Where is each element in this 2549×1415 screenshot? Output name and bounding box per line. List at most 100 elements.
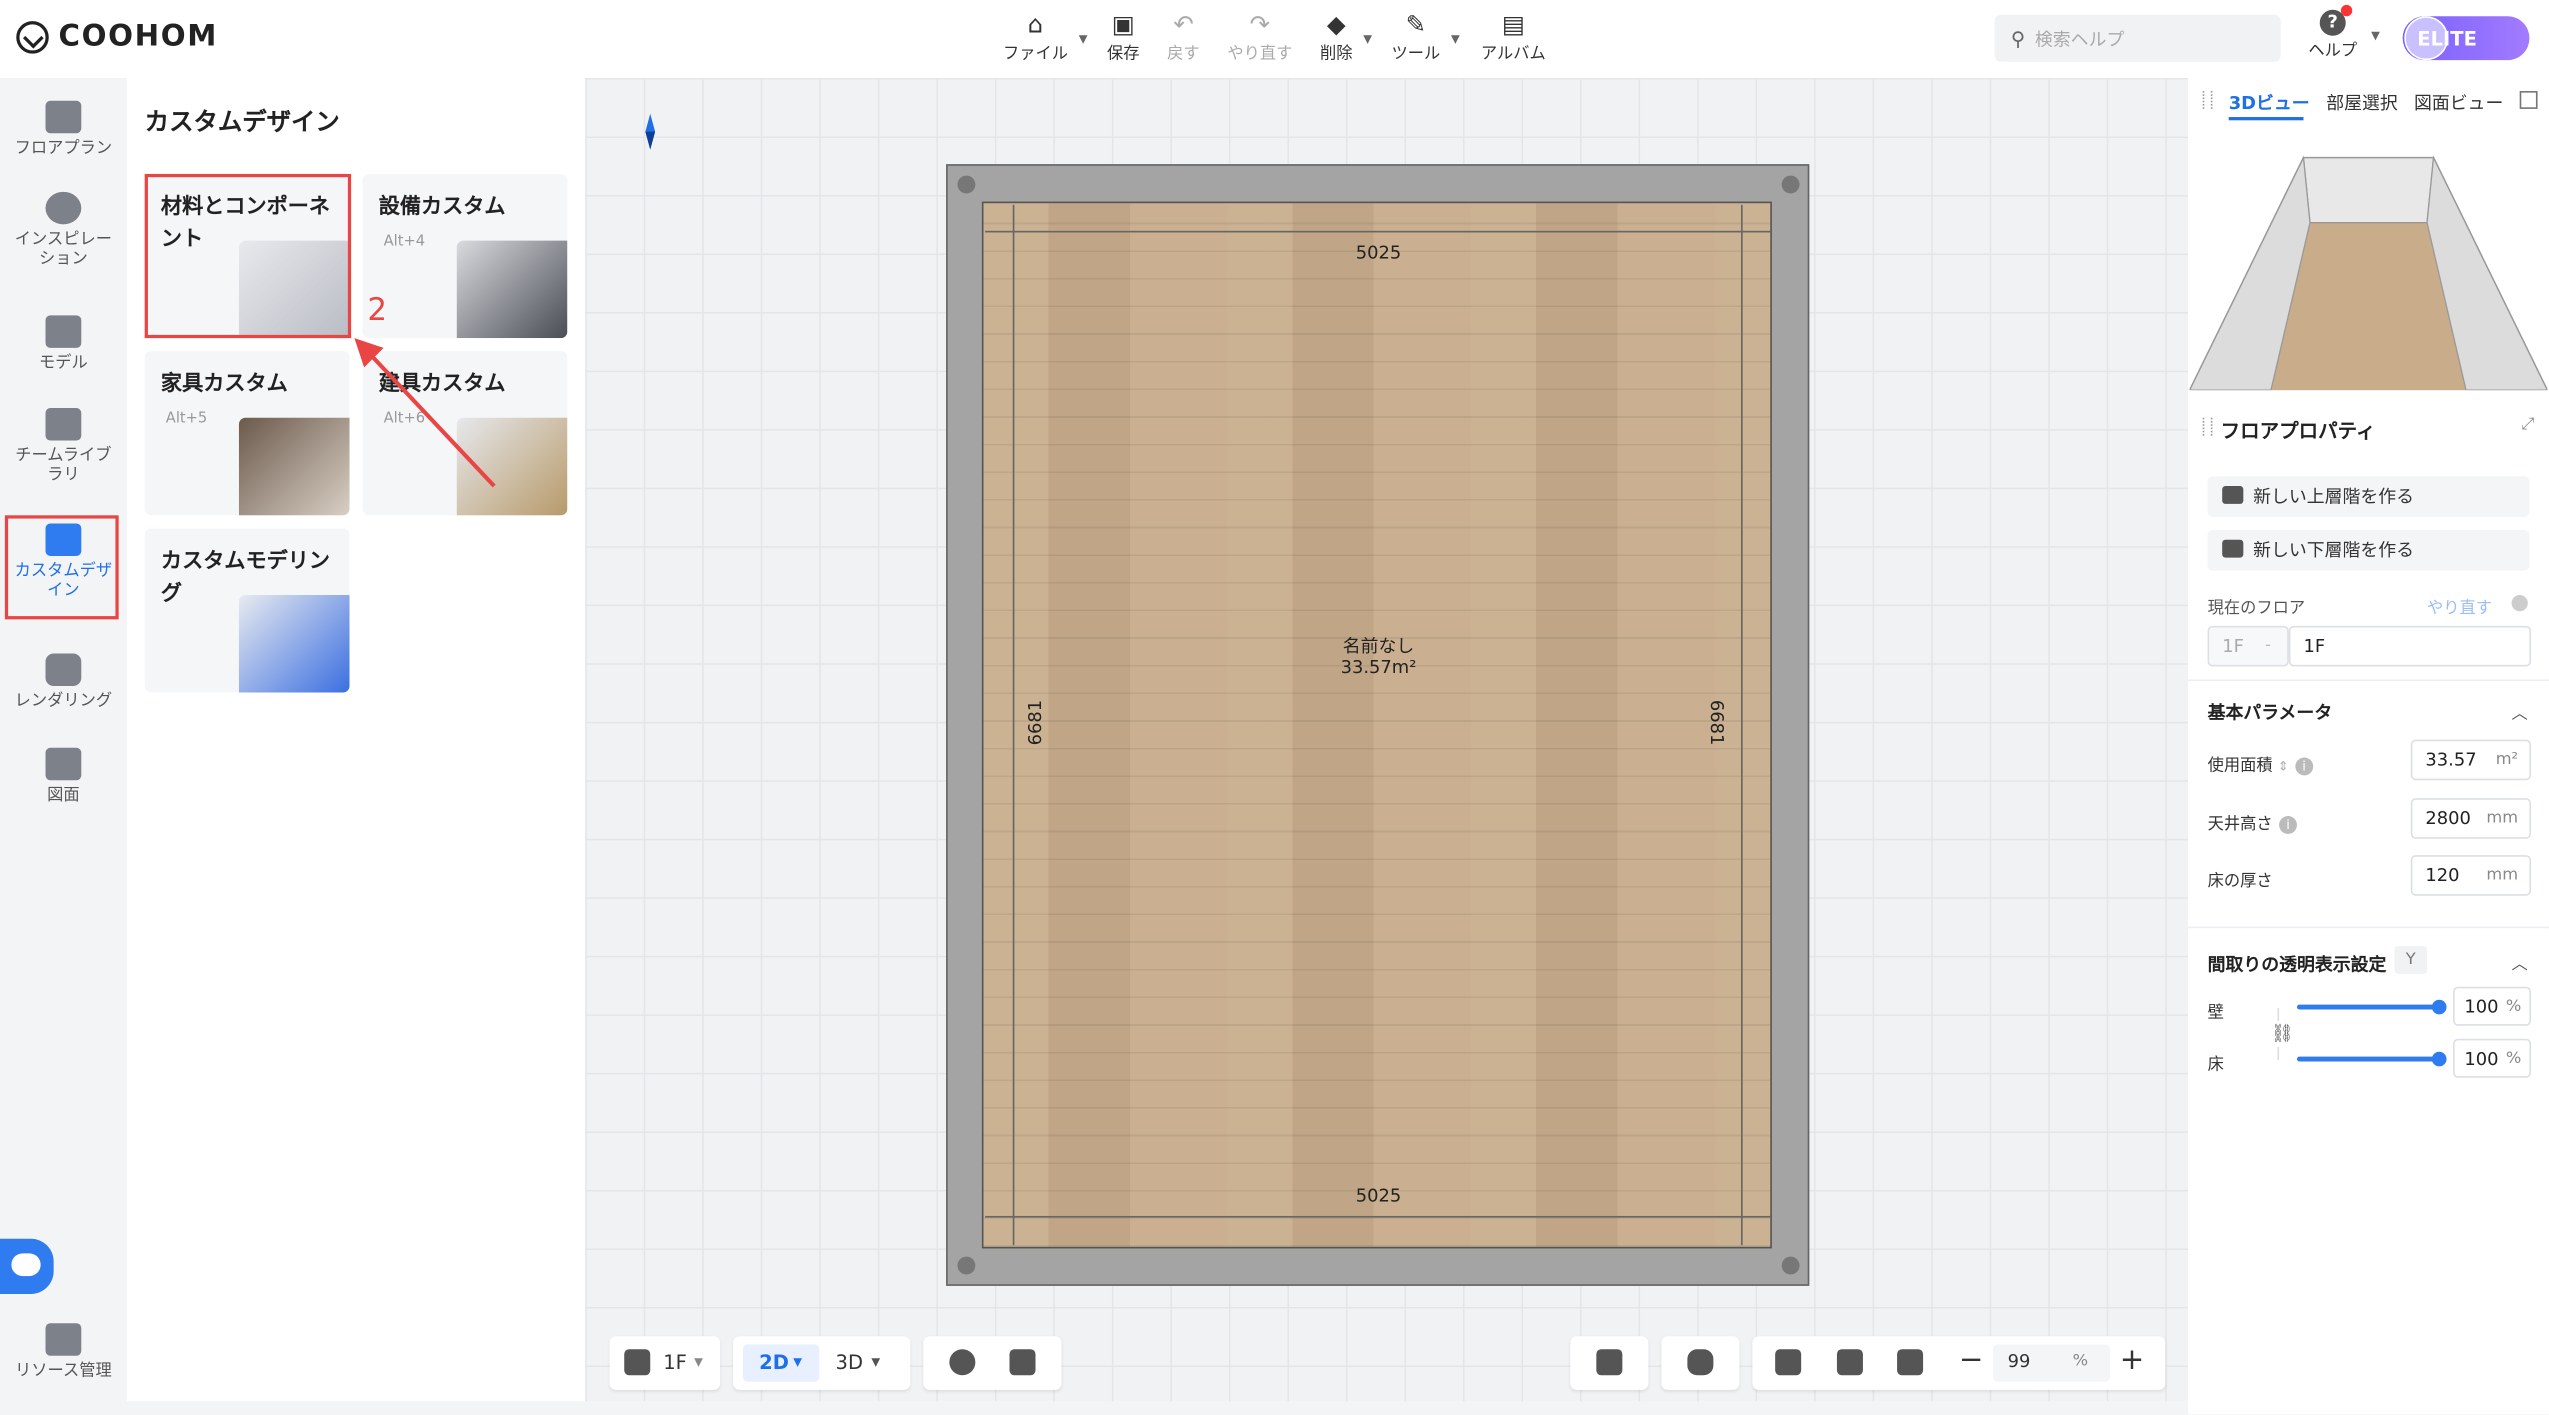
cube-icon[interactable] <box>1009 1349 1036 1376</box>
card-title: 家具カスタム <box>160 372 288 397</box>
drag-handle-icon[interactable] <box>2202 417 2213 436</box>
sidebar-label: チームライブラリ <box>15 447 112 485</box>
floor-separator: - <box>2265 637 2271 656</box>
card-modeling[interactable]: カスタムモデリング <box>144 528 350 693</box>
properties-title: フロアプロパティ <box>2220 419 2376 443</box>
wall-opacity-slider[interactable] <box>2296 999 2446 1015</box>
sidebar-item-floorplan[interactable]: フロアプラン <box>0 100 127 160</box>
wall-opacity-input[interactable]: 100 % <box>2453 986 2532 1026</box>
chevron-up-icon[interactable]: ︿ <box>2512 699 2528 724</box>
left-dimension: 6681 <box>1024 699 1047 746</box>
help-button[interactable]: ? ヘルプ ▼ <box>2308 4 2380 60</box>
display-toggles <box>923 1336 1062 1390</box>
zoom-in-button[interactable]: + <box>2120 1343 2145 1377</box>
file-menu-button[interactable]: ⌂ ファイル ▼ <box>1003 10 1088 64</box>
corner-point[interactable] <box>1781 175 1800 194</box>
sort-icon[interactable]: ⇕ <box>2278 759 2289 774</box>
tab-3d-view[interactable]: 3Dビュー <box>2229 89 2310 115</box>
corner-point[interactable] <box>957 175 976 194</box>
wall-opacity-value: 100 <box>2464 996 2499 1018</box>
slider-knob[interactable] <box>2431 999 2446 1015</box>
save-label: 保存 <box>1107 45 1140 64</box>
sidebar-item-rendering[interactable]: レンダリング <box>0 653 127 712</box>
drawing-icon <box>45 747 82 781</box>
ceiling-text: 天井高さ <box>2207 816 2273 834</box>
focus-icon[interactable] <box>1836 1349 1863 1376</box>
sidebar-item-team-library[interactable]: チームライブラリ <box>0 408 127 486</box>
floor-name-input[interactable]: 1F <box>2288 625 2532 667</box>
save-button[interactable]: ▣ 保存 <box>1107 10 1140 64</box>
zoom-out-button[interactable]: − <box>1959 1343 1984 1377</box>
usable-area-input[interactable]: 33.57 m² <box>2410 739 2532 781</box>
chevron-down-icon: ▼ <box>793 1355 803 1369</box>
corner-point[interactable] <box>957 1256 976 1275</box>
chevron-down-icon: ▼ <box>1451 32 1460 46</box>
floor-opacity-input[interactable]: 100 % <box>2453 1038 2532 1078</box>
card-shortcut: Alt+4 <box>383 234 426 251</box>
right-dimension: 6681 <box>1706 699 1728 746</box>
eye-icon[interactable] <box>949 1349 976 1376</box>
chevron-up-icon[interactable]: ︿ <box>2512 949 2528 974</box>
usable-area-label: 使用面積 ⇕ i <box>2207 751 2314 776</box>
card-furniture[interactable]: 家具カスタム Alt+5 <box>144 351 350 516</box>
search-box[interactable]: ⚲ 検索ヘルプ <box>1994 14 2281 62</box>
sidebar-item-drawing[interactable]: 図面 <box>0 747 127 807</box>
popout-icon[interactable] <box>2519 91 2538 109</box>
sidebar-item-resource[interactable]: リソース管理 <box>0 1323 127 1382</box>
tools-menu-button[interactable]: ✎ ツール ▼ <box>1391 10 1460 64</box>
zoom-search-icon[interactable] <box>1897 1349 1924 1376</box>
room-label[interactable]: 名前なし 33.57m² <box>1300 636 1456 678</box>
card-equipment[interactable]: 設備カスタム Alt+4 <box>362 173 568 339</box>
drag-handle-icon[interactable] <box>2202 91 2213 109</box>
search-input[interactable]: 検索ヘルプ <box>2035 25 2124 51</box>
wall-label: 壁 <box>2207 1004 2224 1023</box>
album-icon: ▤ <box>1501 9 1525 40</box>
chevron-down-icon: ▼ <box>1078 32 1088 46</box>
fit-view-icon[interactable] <box>1775 1349 1802 1376</box>
tab-indicator <box>2228 117 2304 121</box>
chat-button[interactable] <box>0 1238 54 1294</box>
floor-selector[interactable]: 1F ▼ <box>609 1336 721 1390</box>
redo-link[interactable]: やり直す <box>2427 593 2492 618</box>
3d-preview[interactable] <box>2189 121 2548 391</box>
lock-button[interactable] <box>1570 1336 1649 1390</box>
tab-room-select[interactable]: 部屋選択 <box>2326 89 2398 115</box>
compass-icon <box>645 113 656 150</box>
info-icon: i <box>2295 757 2314 776</box>
sidebar-item-inspiration[interactable]: インスピレーション <box>0 191 127 270</box>
usable-area-text: 使用面積 <box>2207 757 2273 776</box>
eraser-icon: ◆ <box>1326 9 1346 40</box>
app-logo[interactable]: COOHOM <box>16 20 218 54</box>
step-number-2: 2 <box>367 292 388 329</box>
floor-opacity-slider[interactable] <box>2296 1051 2446 1067</box>
redo-button[interactable]: ↷ やり直す <box>1227 10 1292 64</box>
corner-point[interactable] <box>1781 1256 1800 1275</box>
link-bracket <box>2277 1046 2280 1060</box>
card-title: 設備カスタム <box>378 195 506 220</box>
tools-label: ツール <box>1391 45 1441 64</box>
sidebar-item-model[interactable]: モデル <box>0 315 127 374</box>
mode-2d-button[interactable]: 2D <box>759 1351 789 1374</box>
floor-thick-input[interactable]: 120 mm <box>2410 855 2532 896</box>
settings-toggle-button[interactable] <box>1661 1336 1740 1390</box>
chevron-down-icon: ▼ <box>2371 29 2380 43</box>
room-floor[interactable] <box>981 201 1772 1249</box>
chevron-down-icon: ▼ <box>694 1355 703 1369</box>
ceiling-input[interactable]: 2800 mm <box>2410 798 2532 839</box>
account-button[interactable]: ELITE <box>2402 16 2530 61</box>
tab-plan-view[interactable]: 図面ビュー <box>2414 89 2503 115</box>
dimension-line <box>1012 204 1015 1246</box>
undo-button[interactable]: ↶ 戻す <box>1167 10 1200 64</box>
link-icon[interactable]: ⛓ <box>2271 1023 2294 1044</box>
slider-knob[interactable] <box>2431 1051 2446 1067</box>
delete-button[interactable]: ◆ 削除 ▼ <box>1320 9 1372 64</box>
zoom-value: 99 <box>2007 1350 2031 1373</box>
expand-icon[interactable]: ⤢ <box>2521 416 2534 434</box>
mode-3d-button[interactable]: 3D <box>836 1351 863 1374</box>
slider-fill <box>2296 1004 2439 1010</box>
lock-icon <box>1596 1349 1623 1376</box>
new-lower-floor-button[interactable]: 新しい下層階を作る <box>2207 529 2530 571</box>
layers-icon <box>624 1349 651 1376</box>
new-upper-floor-button[interactable]: 新しい上層階を作る <box>2207 476 2530 517</box>
album-button[interactable]: ▤ アルバム <box>1481 10 1546 64</box>
